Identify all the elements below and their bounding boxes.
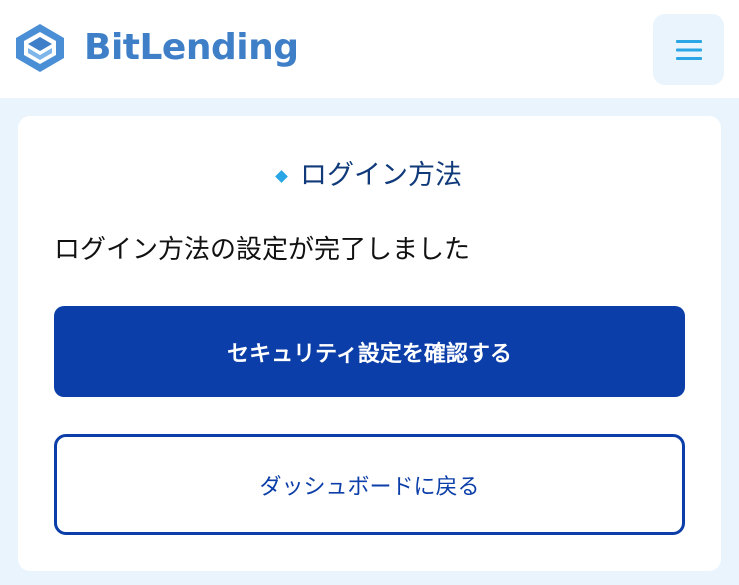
brand-logo[interactable]: BitLending: [14, 22, 299, 74]
hamburger-menu-icon: [675, 39, 702, 60]
section-heading: ログイン方法: [0, 155, 739, 195]
check-security-settings-button[interactable]: セキュリティ設定を確認する: [54, 306, 685, 397]
back-to-dashboard-button[interactable]: ダッシュボードに戻る: [54, 434, 685, 535]
diamond-bullet-icon: [275, 169, 288, 183]
page-title: ログイン方法: [300, 159, 462, 191]
menu-button[interactable]: [653, 14, 724, 85]
completion-message: ログイン方法の設定が完了しました: [54, 235, 471, 265]
site-header: BitLending: [0, 0, 739, 98]
bitlending-logo-icon: [16, 24, 64, 72]
brand-name: BitLending: [84, 27, 299, 68]
